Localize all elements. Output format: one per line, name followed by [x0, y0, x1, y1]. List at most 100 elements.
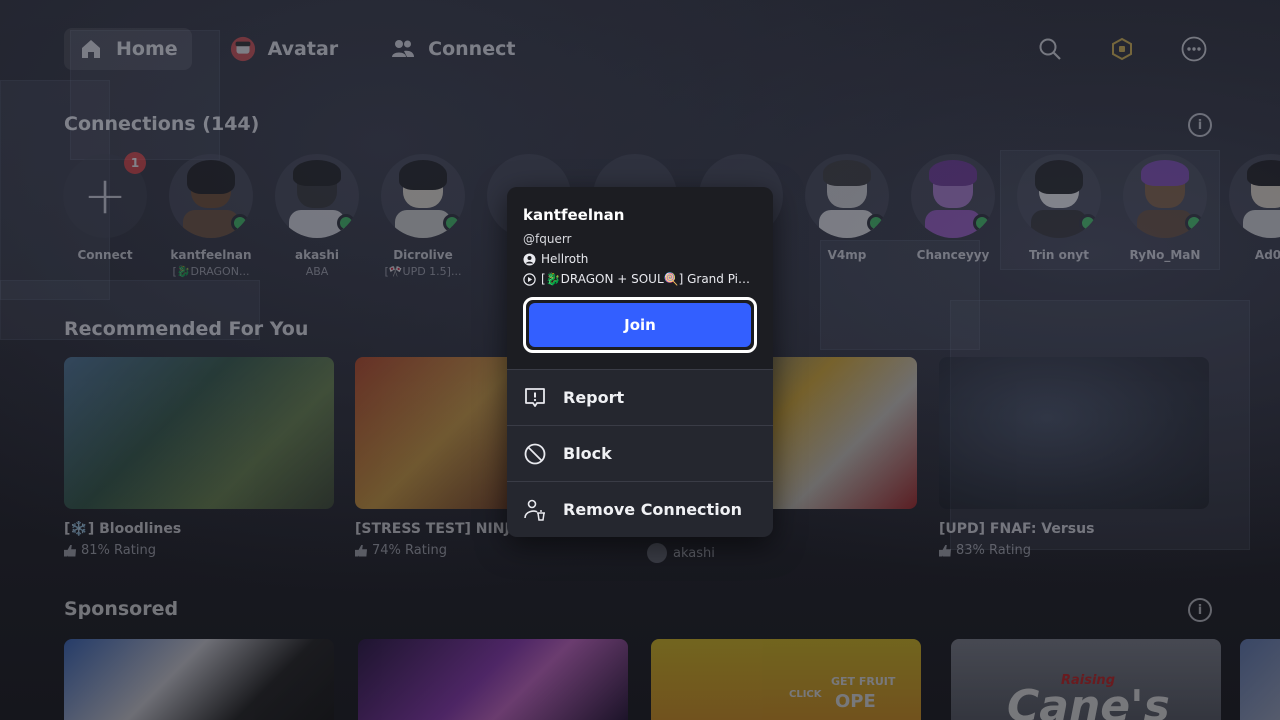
top-navigation: Home Avatar Connect — [64, 28, 1216, 70]
avatar-icon — [230, 36, 256, 62]
report-button[interactable]: Report — [507, 369, 773, 425]
join-button[interactable]: Join — [529, 303, 751, 347]
sponsored-ad[interactable] — [358, 639, 628, 720]
avatar — [381, 154, 465, 238]
sponsored-title: Sponsored — [64, 598, 179, 620]
online-indicator — [443, 214, 461, 232]
ad-text-canes: Cane's — [1007, 681, 1170, 720]
online-indicator — [231, 214, 249, 232]
rating-text: 83% Rating — [956, 543, 1031, 558]
online-indicator — [973, 214, 991, 232]
sponsored-ad[interactable]: GET FRUIT CLICK OPE — [651, 639, 921, 720]
connection-name: akashi — [295, 248, 339, 262]
popup-current-game: [🐉DRAGON + SOUL🍭] Grand Piece... — [523, 272, 757, 286]
thumbs-up-icon — [355, 544, 367, 557]
ad-text-click: CLICK — [789, 689, 822, 700]
avatar — [911, 154, 995, 238]
remove-connection-label: Remove Connection — [563, 500, 743, 519]
connection-name: V4mp — [827, 248, 867, 262]
avatar — [169, 154, 253, 238]
sponsored-row: GET FRUIT CLICK OPE Raising Cane's — [64, 639, 1280, 720]
game-rating: 83% Rating — [939, 543, 1209, 558]
online-indicator — [1185, 214, 1203, 232]
more-options-icon[interactable] — [1178, 33, 1210, 65]
nav-avatar-label: Avatar — [267, 38, 339, 60]
home-icon — [78, 36, 104, 62]
game-creator: akashi — [647, 543, 917, 563]
connection-item[interactable]: akashi ABA — [274, 154, 360, 278]
thumbs-up-icon — [939, 544, 951, 557]
nav-actions — [1034, 33, 1216, 65]
report-icon — [523, 386, 547, 410]
avatar — [805, 154, 889, 238]
remove-connection-button[interactable]: Remove Connection — [507, 481, 773, 537]
block-icon — [523, 442, 547, 466]
connect-add-button[interactable]: 1 + Connect — [62, 152, 148, 262]
connection-name: Trin onyt — [1029, 248, 1089, 262]
connection-name: kantfeelnan — [170, 248, 252, 262]
connection-item[interactable]: RyNo_MaN — [1122, 154, 1208, 265]
sponsored-ad[interactable]: Raising Cane's — [951, 639, 1221, 720]
avatar — [1123, 154, 1207, 238]
game-card[interactable]: [UPD] FNAF: Versus 83% Rating — [939, 357, 1209, 558]
rating-text: 81% Rating — [81, 543, 156, 558]
game-rating: 81% Rating — [64, 543, 334, 558]
creator-avatar — [647, 543, 667, 563]
connection-item[interactable]: Dicrolive [🎌UPD 1.5]... — [380, 154, 466, 278]
avatar — [1017, 154, 1101, 238]
connection-item[interactable]: kantfeelnan [🐉DRAGON... — [168, 154, 254, 278]
online-indicator — [337, 214, 355, 232]
online-indicator — [867, 214, 885, 232]
game-thumbnail — [64, 357, 334, 509]
notification-badge: 1 — [124, 152, 146, 174]
info-icon[interactable]: i — [1188, 598, 1212, 622]
remove-connection-icon — [523, 498, 547, 522]
game-thumbnail — [939, 357, 1209, 509]
connection-name: Dicrolive — [393, 248, 453, 262]
sponsored-ad[interactable] — [1240, 639, 1280, 720]
popup-username: @fquerr — [523, 232, 572, 246]
thumbs-up-icon — [64, 544, 76, 557]
game-rating: 74% Rating — [355, 543, 625, 558]
connect-label: Connect — [77, 248, 133, 262]
block-button[interactable]: Block — [507, 425, 773, 481]
popup-display-name: kantfeelnan — [523, 206, 625, 224]
nav-avatar[interactable]: Avatar — [216, 28, 353, 70]
nav-connect[interactable]: Connect — [376, 28, 529, 70]
nav-home-label: Home — [116, 38, 178, 60]
connection-name: Ad0r — [1254, 248, 1280, 262]
plus-icon: + — [83, 166, 127, 226]
game-card[interactable]: [❄️] Bloodlines 81% Rating — [64, 357, 334, 558]
search-icon[interactable] — [1034, 33, 1066, 65]
robux-icon[interactable] — [1106, 33, 1138, 65]
game-title: [UPD] FNAF: Versus — [939, 521, 1095, 537]
ad-text-ope: OPE — [835, 691, 876, 712]
recommended-title: Recommended For You — [64, 318, 309, 340]
connection-status: [🎌UPD 1.5]... — [384, 265, 462, 278]
connection-status: [🐉DRAGON... — [172, 265, 250, 278]
report-label: Report — [563, 388, 625, 407]
block-label: Block — [563, 444, 612, 463]
location-text: Hellroth — [541, 252, 589, 266]
nav-connect-label: Connect — [428, 38, 516, 60]
connection-item[interactable]: Trin onyt — [1016, 154, 1102, 265]
popup-location: Hellroth — [523, 252, 757, 266]
connection-item[interactable]: Ad0r — [1228, 154, 1280, 265]
rating-text: 74% Rating — [372, 543, 447, 558]
people-icon — [390, 36, 416, 62]
online-indicator — [1079, 214, 1097, 232]
sponsored-ad[interactable] — [64, 639, 334, 720]
join-focus-ring: Join — [523, 297, 757, 353]
avatar — [1229, 154, 1280, 238]
location-icon — [523, 253, 536, 266]
connection-item[interactable]: Chanceyyy — [910, 154, 996, 265]
info-icon[interactable]: i — [1188, 113, 1212, 137]
nav-home[interactable]: Home — [64, 28, 192, 70]
connections-title: Connections (144) — [64, 113, 260, 135]
connection-item[interactable]: V4mp — [804, 154, 890, 265]
ad-text-get-fruit: GET FRUIT — [831, 675, 896, 688]
connection-name: Chanceyyy — [916, 248, 990, 262]
popup-header: kantfeelnan @fquerr Hellroth [🐉DRAGON + … — [507, 187, 773, 369]
connection-name: RyNo_MaN — [1129, 248, 1201, 262]
avatar — [275, 154, 359, 238]
